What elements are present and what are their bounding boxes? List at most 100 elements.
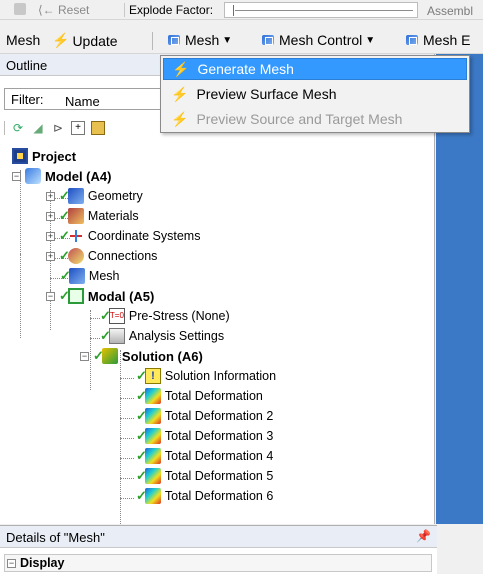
tree-node-label: Connections (87, 249, 158, 263)
connections-icon (67, 248, 84, 264)
tree-node-label: Pre-Stress (None) (128, 309, 230, 323)
mesh-toolbar-label: Mesh (6, 32, 40, 48)
mesh-control-icon (262, 34, 276, 46)
chevron-down-icon: ▼ (365, 34, 376, 46)
tree-node-total-deformation-3[interactable]: ✓ Total Deformation 3 (136, 426, 273, 446)
tree-node-model[interactable]: − Model (A4) (12, 166, 111, 186)
expand-all-icon[interactable]: + (71, 121, 85, 135)
tree-node-label: Mesh (88, 269, 120, 283)
expand-toggle[interactable]: + (46, 251, 55, 261)
tree-node-label: Modal (A5) (87, 288, 155, 304)
mesh-control-label: Mesh Control (279, 32, 363, 48)
expand-toggle[interactable]: + (46, 231, 55, 241)
project-icon (12, 148, 28, 164)
collapse-toggle[interactable]: − (46, 291, 55, 301)
expand-toggle[interactable]: + (46, 211, 55, 221)
tag-icon[interactable]: ◢ (31, 121, 45, 135)
toolbar-separator (152, 32, 153, 50)
slider-thumb[interactable] (233, 5, 236, 16)
deformation-icon (144, 488, 161, 504)
model-icon (25, 168, 41, 184)
pin-icon[interactable]: 📌 (416, 529, 431, 543)
tree-node-geometry[interactable]: + ✓ Geometry (46, 186, 143, 206)
display-section-row[interactable]: − Display (4, 554, 432, 572)
mesh-menu-button[interactable]: Mesh ▼ (168, 32, 232, 48)
tree-node-total-deformation-5[interactable]: ✓ Total Deformation 5 (136, 466, 273, 486)
reset-explode-button[interactable]: ⟨← Reset (38, 3, 89, 17)
tree-node-prestress[interactable]: ✓ T=0 Pre-Stress (None) (100, 306, 230, 326)
tree-node-label: Total Deformation 3 (164, 429, 274, 443)
details-title-text: Details of "Mesh" (6, 530, 105, 545)
mesh-icon (68, 268, 85, 284)
tree-node-coordinate-systems[interactable]: + ✓ Coordinate Systems (46, 226, 200, 246)
tree-node-label: Solution Information (164, 369, 277, 383)
explode-view-icon[interactable] (14, 3, 26, 15)
prestress-icon: T=0 (108, 308, 125, 324)
tree-node-total-deformation-6[interactable]: ✓ Total Deformation 6 (136, 486, 273, 506)
tree-node-total-deformation[interactable]: ✓ Total Deformation (136, 386, 263, 406)
tree-node-label: Solution (A6) (121, 348, 203, 364)
chevron-down-icon: ▼ (222, 34, 233, 46)
menu-item-label: Generate Mesh (197, 61, 294, 77)
menu-item-label: Preview Source and Target Mesh (196, 111, 403, 127)
details-title: Details of "Mesh" 📌 (0, 526, 437, 548)
assembly-center-label[interactable]: Assembl (427, 4, 473, 18)
tree-node-project[interactable]: Project (12, 146, 76, 166)
geometry-icon (67, 188, 84, 204)
mesh-label: Mesh (6, 32, 41, 48)
filter-value[interactable]: Name (65, 94, 100, 109)
solution-icon (101, 348, 118, 364)
deformation-icon (144, 408, 161, 424)
collapse-toggle[interactable]: − (12, 171, 21, 181)
update-button[interactable]: ⚡ Update (52, 32, 118, 49)
tree-node-connections[interactable]: + ✓ Connections (46, 246, 157, 266)
lightning-icon: ⚡ (171, 110, 189, 127)
coordinate-systems-icon (68, 228, 84, 244)
tree-node-label: Project (32, 148, 77, 164)
toolbar-separator (4, 121, 5, 135)
tree-node-label: Coordinate Systems (87, 229, 201, 243)
deformation-icon (144, 448, 161, 464)
tree-node-label: Model (A4) (45, 168, 112, 184)
connect-icon[interactable]: ⊳ (51, 121, 65, 135)
tree-node-mesh[interactable]: ✓ Mesh (60, 266, 119, 286)
tree-node-label: Total Deformation 6 (164, 489, 274, 503)
collapse-toggle[interactable]: − (7, 558, 16, 568)
explode-factor-label: Explode Factor: (129, 3, 214, 17)
mesh-toolbar: Mesh ⚡ Update Mesh ▼ Mesh Control ▼ Mesh E (0, 28, 483, 54)
filter-field[interactable]: Filter: Name (4, 88, 164, 110)
refresh-icon[interactable]: ⟳ (11, 121, 25, 135)
tree-node-label: Analysis Settings (128, 329, 225, 343)
lightning-icon: ⚡ (171, 85, 189, 102)
tree-node-label: Materials (87, 209, 139, 223)
details-panel: Details of "Mesh" 📌 − Display (0, 525, 437, 574)
filter-label: Filter: (11, 92, 44, 107)
mesh-menu-label: Mesh (185, 32, 220, 48)
deformation-icon (144, 468, 161, 484)
tree-node-materials[interactable]: + ✓ Materials (46, 206, 139, 226)
tree-node-total-deformation-2[interactable]: ✓ Total Deformation 2 (136, 406, 273, 426)
menu-item-preview-surface-mesh[interactable]: ⚡ Preview Surface Mesh (163, 83, 467, 105)
collapse-toggle[interactable]: − (80, 351, 89, 361)
mesh-dropdown-menu: ⚡ Generate Mesh ⚡ Preview Surface Mesh ⚡… (160, 55, 470, 133)
tree-node-total-deformation-4[interactable]: ✓ Total Deformation 4 (136, 446, 273, 466)
tree-node-solution[interactable]: − ✓ Solution (A6) (80, 346, 203, 366)
materials-icon (67, 208, 84, 224)
update-label: Update (72, 32, 118, 49)
tree-node-analysis-settings[interactable]: ✓ Analysis Settings (100, 326, 224, 346)
expand-toggle[interactable]: + (46, 191, 55, 201)
mesh-control-button[interactable]: Mesh Control ▼ (262, 32, 375, 48)
folder-icon[interactable] (91, 121, 105, 135)
slider-track (235, 10, 413, 11)
modal-icon (67, 288, 84, 304)
tree-node-modal[interactable]: − ✓ Modal (A5) (46, 286, 154, 306)
tree-toolbar: ⟳ ◢ ⊳ + (4, 118, 174, 138)
analysis-settings-icon (108, 328, 125, 344)
menu-item-preview-source-target-mesh: ⚡ Preview Source and Target Mesh (163, 108, 467, 130)
explode-factor-slider[interactable] (224, 2, 418, 18)
mesh-edit-label: Mesh E (423, 32, 471, 48)
mesh-edit-button[interactable]: Mesh E (406, 32, 470, 48)
lightning-icon: ⚡ (52, 32, 70, 48)
tree-node-solution-information[interactable]: ✓ ! Solution Information (136, 366, 276, 386)
menu-item-generate-mesh[interactable]: ⚡ Generate Mesh (163, 58, 467, 80)
